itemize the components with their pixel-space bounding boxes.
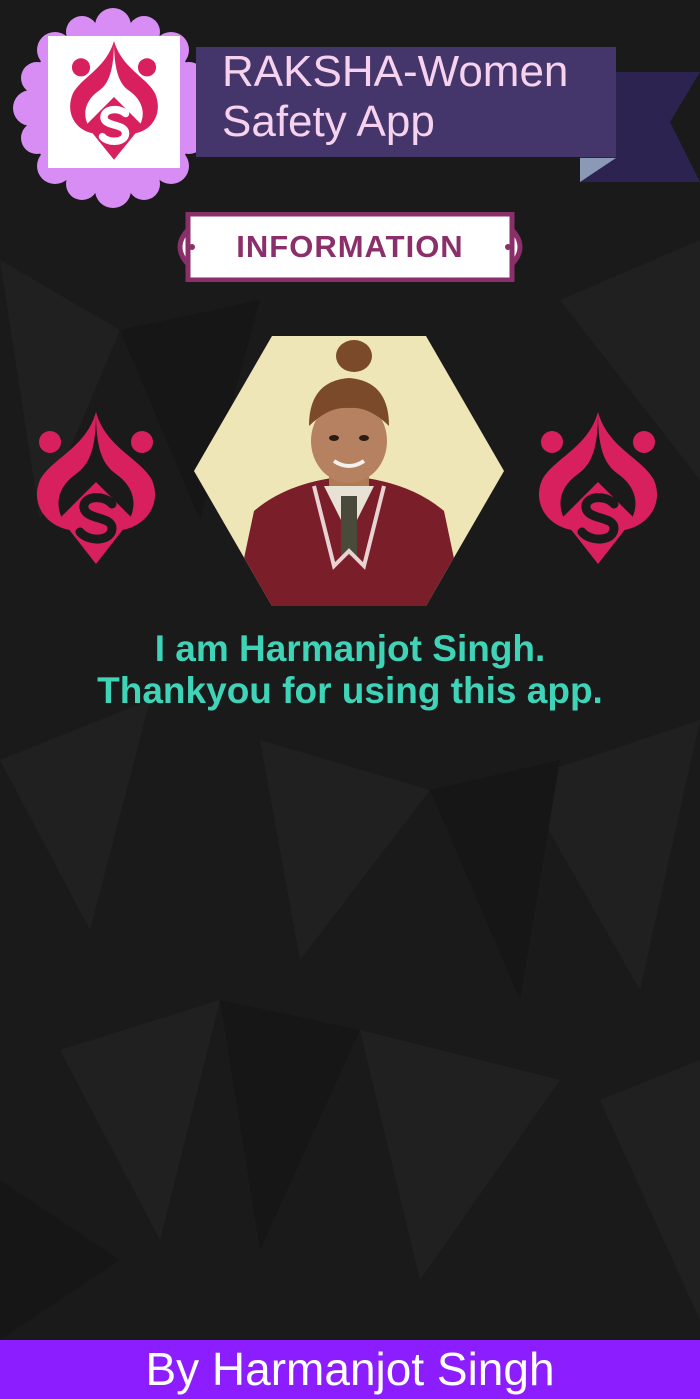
- thank-you-message: I am Harmanjot Singh. Thankyou for using…: [0, 628, 700, 712]
- app-title-line-2: Safety App: [222, 97, 435, 146]
- raksha-logo-right-icon: [538, 412, 658, 564]
- message-line-2: Thankyou for using this app.: [97, 670, 603, 711]
- message-line-1: I am Harmanjot Singh.: [154, 628, 546, 669]
- footer-credit: By Harmanjot Singh: [145, 1343, 555, 1395]
- footer-credit-bar: By Harmanjot Singh: [0, 1340, 700, 1399]
- section-label: INFORMATION: [236, 229, 464, 264]
- app-logo-frame: [48, 36, 180, 168]
- profile-photo: [194, 336, 504, 606]
- app-title-banner: RAKSHA-Women Safety App: [196, 47, 616, 157]
- raksha-logo-left-icon: [36, 412, 156, 564]
- raksha-logo-icon: [70, 40, 158, 160]
- app-title-line-1: RAKSHA-Women: [222, 47, 569, 96]
